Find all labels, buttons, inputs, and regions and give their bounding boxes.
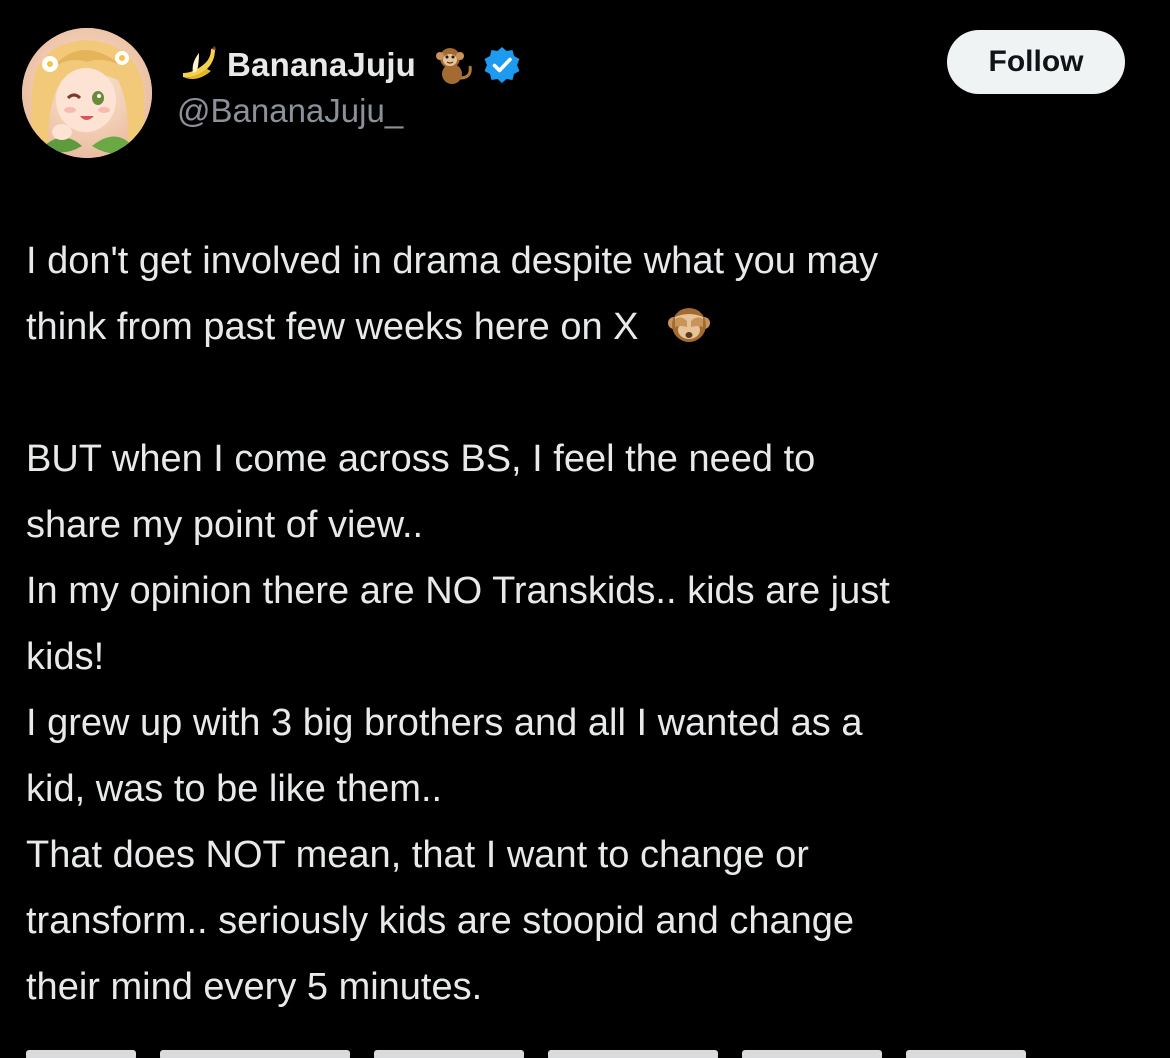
tweet-line-cutoff xyxy=(26,1028,1156,1058)
tweet-line: I grew up with 3 big brothers and all I … xyxy=(26,702,863,744)
monkey-icon xyxy=(436,48,472,84)
author-handle[interactable]: @BananaJuju_ xyxy=(177,92,522,130)
tweet-line: think from past few weeks here on X xyxy=(26,294,1156,360)
tweet-line-text: think from past few weeks here on X xyxy=(26,306,639,348)
tweet-line: their mind every 5 minutes. xyxy=(26,966,483,1008)
avatar[interactable] xyxy=(22,28,152,158)
avatar-image xyxy=(22,28,152,158)
author-identity: BananaJuju @BananaJuju_ xyxy=(177,40,522,130)
see-no-evil-monkey-icon xyxy=(667,308,710,342)
author-display-name[interactable]: BananaJuju xyxy=(227,46,416,84)
verified-icon xyxy=(484,47,520,83)
author-name-row: BananaJuju xyxy=(177,40,522,90)
tweet-line: In my opinion there are NO Transkids.. k… xyxy=(26,570,890,612)
tweet-line: share my point of view.. xyxy=(26,504,424,546)
tweet-line: kid, was to be like them.. xyxy=(26,768,443,810)
tweet-line: BUT when I come across BS, I feel the ne… xyxy=(26,438,816,480)
tweet-line: kids! xyxy=(26,636,105,678)
tweet-line: transform.. seriously kids are stoopid a… xyxy=(26,900,854,942)
tweet-text: I don't get involved in drama despite wh… xyxy=(26,228,1156,1058)
tweet-line: I don't get involved in drama despite wh… xyxy=(26,240,879,282)
tweet-card: BananaJuju @BananaJuju_ Follow I don't g… xyxy=(0,0,1170,1058)
follow-button[interactable]: Follow xyxy=(947,30,1125,94)
tweet-line: That does NOT mean, that I want to chang… xyxy=(26,834,809,876)
banana-icon xyxy=(183,46,216,79)
